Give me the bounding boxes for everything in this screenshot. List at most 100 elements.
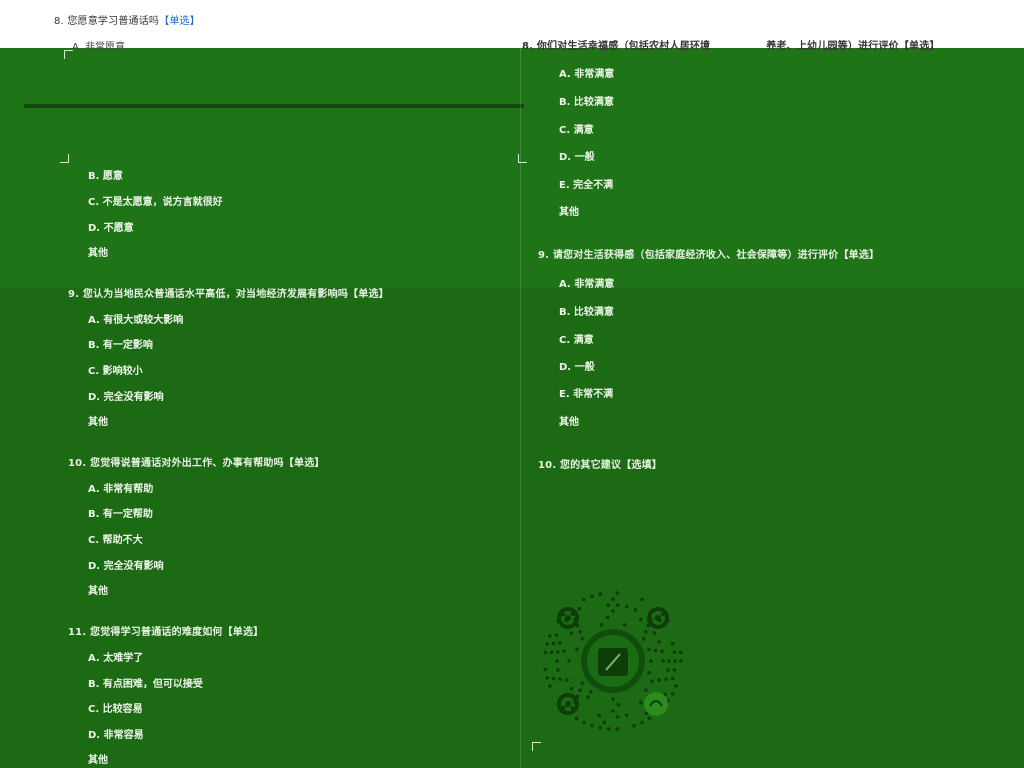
crop-mark [518, 154, 527, 163]
qr-dot [575, 647, 579, 652]
qr-dot [606, 603, 611, 607]
question-title: 10. 您觉得说普通话对外出工作、办事有帮助吗【单选】 [68, 458, 325, 469]
qr-dot [633, 607, 638, 612]
option: C. 比较容易 [88, 704, 143, 715]
qr-dot [543, 650, 548, 655]
option: A. 非常愿意 [72, 42, 126, 53]
qr-dot [622, 623, 627, 627]
qr-dot [672, 650, 677, 654]
option: E. 完全不满 [559, 180, 614, 191]
qr-dot [543, 667, 548, 672]
qr-dot [640, 597, 644, 602]
qr-dot [639, 700, 643, 705]
option: C. 影响较小 [88, 366, 143, 377]
crop-mark [532, 742, 541, 751]
qr-dot [652, 631, 657, 635]
option: 其他 [559, 207, 579, 218]
option: D. 一般 [559, 362, 595, 373]
qr-dot [611, 697, 615, 701]
option: 其他 [88, 586, 108, 597]
option: D. 一般 [559, 152, 595, 163]
qr-dot [644, 630, 648, 634]
qr-dot [639, 617, 643, 622]
qr-dot [590, 594, 594, 599]
qr-dot [605, 615, 610, 620]
qr-dot [569, 687, 574, 691]
option: A. 非常满意 [559, 279, 615, 290]
option: C. 满意 [559, 125, 594, 136]
qr-dot [678, 650, 683, 655]
question-title: 9. 您认为当地民众普通话水平高低，对当地经济发展有影响吗【单选】 [68, 289, 389, 300]
question-title: 10. 您的其它建议【选填】 [538, 460, 663, 471]
question-title: 11. 您觉得学习普通话的难度如何【单选】 [68, 627, 264, 638]
option: 其他 [88, 248, 108, 259]
option: B. 愿意 [88, 171, 123, 182]
qr-dot [624, 713, 629, 718]
qr-dot [616, 702, 621, 707]
qr-dot [556, 650, 560, 654]
qr-dot [647, 647, 651, 652]
survey-page: 8. 您愿意学习普通话吗【单选】 A. 非常愿意 B. 愿意 C. 不是太愿意，… [0, 0, 1024, 768]
question-title: 8. 你们对生活幸福感（包括农村人居环境 养老、上幼儿园等）进行评价【单选】 [522, 41, 940, 52]
option: D. 不愿意 [88, 223, 134, 234]
option: B. 有点困难，但可以接受 [88, 679, 203, 690]
qr-dot [611, 597, 615, 601]
qr-dot [586, 695, 590, 699]
qr-dot [640, 720, 644, 725]
question-title: 8. 您愿意学习普通话吗【单选】 [54, 16, 200, 27]
option: D. 完全没有影响 [88, 392, 164, 403]
page-top-strip-right [508, 0, 1024, 32]
qr-dot [647, 670, 651, 675]
qr-dot [670, 692, 675, 696]
qr-dot [615, 715, 620, 719]
qr-dot [624, 604, 629, 609]
option: 其他 [559, 417, 579, 428]
qr-dot [649, 659, 653, 663]
qr-dot [590, 723, 594, 728]
qr-dot [672, 668, 677, 672]
qr-dot [551, 676, 556, 681]
qr-dot [679, 659, 683, 663]
qr-dot [673, 659, 677, 663]
option: A. 有很大或较大影响 [88, 315, 184, 326]
option: B. 比较满意 [559, 97, 614, 108]
qr-dot [602, 720, 606, 725]
qr-dot [611, 609, 615, 613]
crop-mark [60, 154, 69, 163]
qr-dot [644, 688, 648, 692]
qr-dot [597, 713, 602, 718]
qr-dot [615, 603, 620, 607]
qr-dot [657, 678, 661, 682]
qr-dot [545, 676, 549, 680]
qr-dot [598, 726, 603, 730]
option: B. 有一定帮助 [88, 509, 153, 520]
qr-dot [578, 688, 582, 692]
qr-dot [664, 677, 668, 681]
qr-dot [562, 649, 566, 653]
qr-dot [641, 636, 646, 641]
option: A. 非常满意 [559, 69, 615, 80]
qr-dot [567, 659, 571, 663]
qr-dot [666, 668, 670, 672]
qr-dot [545, 642, 549, 646]
qr-dot [551, 641, 556, 646]
option: B. 有一定影响 [88, 340, 153, 351]
option: 其他 [88, 755, 108, 766]
question-title: 9. 请您对生活获得感（包括家庭经济收入、社会保障等）进行评价【单选】 [538, 250, 880, 261]
qr-dot [670, 641, 675, 646]
option: C. 帮助不大 [88, 535, 143, 546]
qr-dot [580, 636, 585, 641]
qr-dot [657, 640, 661, 644]
qr-dot [554, 633, 559, 637]
column-divider [520, 30, 521, 768]
option: D. 非常容易 [88, 730, 144, 741]
qr-dot [578, 630, 582, 634]
qr-dot [582, 720, 586, 725]
qr-dot [615, 591, 620, 595]
qr-dot [588, 689, 593, 694]
divider-rule [24, 104, 524, 108]
option: E. 非常不满 [559, 389, 614, 400]
qr-dot [574, 716, 579, 721]
qr-dot [653, 648, 658, 653]
qr-dot [660, 649, 664, 653]
